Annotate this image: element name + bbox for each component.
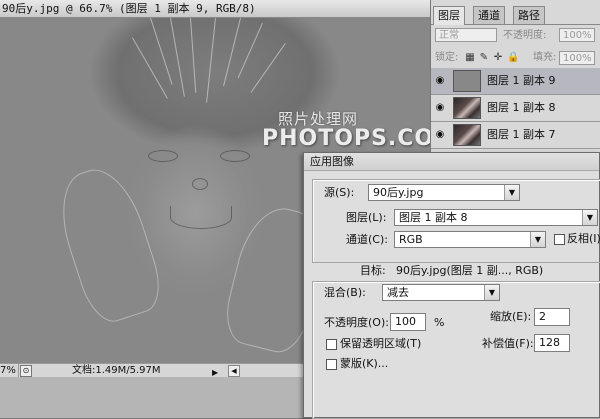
blending-label: 混合(B): (324, 286, 366, 299)
blending-select[interactable]: 减去 ▼ (382, 284, 500, 301)
preserve-transparency-label[interactable]: 保留透明区域(T) (340, 336, 421, 352)
layer-name: 图层 1 副本 7 (487, 128, 556, 141)
channel-select[interactable]: RGB ▼ (394, 231, 546, 248)
layer-value: 图层 1 副本 8 (399, 211, 468, 224)
invert-checkbox[interactable] (554, 234, 565, 245)
offset-label: 补偿值(F): (482, 337, 534, 350)
chevron-down-icon: ▼ (530, 232, 545, 247)
eye-icon[interactable]: ◉ (433, 128, 447, 141)
layer-thumbnail (453, 70, 481, 92)
document-title: 90后y.jpg @ 66.7% (图层 1 副本 9, RGB/8) (2, 2, 256, 15)
tab-layers[interactable]: 图层 (433, 6, 465, 25)
blending-value: 减去 (387, 286, 409, 299)
opacity-label: 不透明度(O): (324, 316, 389, 329)
lock-transparency-icon[interactable]: ▦ (465, 52, 475, 63)
document-status-bar: 7% ⊙ 文档:1.49M/5.97M ▶ ◀ (0, 363, 303, 377)
layer-list: ◉ 图层 1 副本 9 ◉ 图层 1 副本 8 ◉ 图层 1 副本 7 (431, 68, 600, 149)
tab-channels[interactable]: 通道 (473, 6, 505, 24)
hair-detail (250, 43, 286, 93)
tab-paths[interactable]: 路径 (513, 6, 545, 24)
layer-lock-row: 锁定: ▦ ✎ ✛ 🔒 填充: 100% (435, 50, 599, 66)
source-select[interactable]: 90后y.jpg ▼ (368, 184, 520, 201)
layer-row[interactable]: ◉ 图层 1 副本 7 (431, 122, 600, 149)
lock-paint-icon[interactable]: ✎ (479, 52, 489, 63)
layer-name: 图层 1 副本 8 (487, 101, 556, 114)
hair-detail (206, 18, 216, 103)
layer-thumbnail (453, 97, 481, 119)
status-menu-icon[interactable]: ⊙ (20, 365, 32, 377)
mask-checkbox[interactable] (326, 359, 337, 370)
left-hand (48, 159, 169, 329)
channel-label: 通道(C): (346, 233, 388, 246)
nose (192, 178, 208, 190)
offset-input[interactable]: 128 (534, 334, 570, 352)
apply-image-dialog: 应用图像 源(S): 90后y.jpg ▼ 图层(L): 图层 1 副本 8 ▼… (303, 152, 600, 419)
dialog-title-bar[interactable]: 应用图像 (304, 153, 599, 171)
preserve-transparency-checkbox[interactable] (326, 339, 337, 350)
right-eye (220, 150, 250, 162)
chevron-down-icon: ▼ (484, 285, 499, 300)
hair-detail (190, 18, 197, 93)
hair-detail (132, 37, 168, 99)
target-value: 90后y.jpg(图层 1 副..., RGB) (396, 264, 544, 277)
channel-value: RGB (399, 233, 423, 246)
watermark-logo: PHOTOPS.COM (262, 126, 430, 151)
source-label: 源(S): (324, 186, 355, 199)
mask-label[interactable]: 蒙版(K)... (340, 356, 388, 372)
opacity-unit: % (434, 316, 445, 329)
target-label: 目标: (360, 264, 386, 277)
document-title-bar[interactable]: 90后y.jpg @ 66.7% (图层 1 副本 9, RGB/8) (0, 0, 430, 18)
left-eye (148, 150, 178, 162)
layer-label: 图层(L): (346, 211, 387, 224)
scale-input[interactable]: 2 (534, 308, 570, 326)
layer-row[interactable]: ◉ 图层 1 副本 9 (431, 68, 600, 95)
fill-input[interactable]: 100% (559, 51, 595, 65)
layer-blend-row: 正常 不透明度: 100% (435, 28, 599, 44)
eye-icon[interactable]: ◉ (433, 101, 447, 114)
hair-detail (170, 18, 185, 97)
source-value: 90后y.jpg (373, 186, 424, 199)
layer-blend-mode-select[interactable]: 正常 (435, 28, 497, 42)
hair-detail (237, 23, 263, 79)
dialog-title: 应用图像 (310, 155, 354, 168)
layer-opacity-input[interactable]: 100% (559, 28, 595, 42)
chevron-down-icon: ▼ (582, 210, 597, 225)
zoom-level[interactable]: 7% (0, 364, 19, 377)
layer-name: 图层 1 副本 9 (487, 74, 556, 87)
panel-tabs: 图层 通道 路径 (431, 6, 600, 25)
layer-select[interactable]: 图层 1 副本 8 ▼ (394, 209, 598, 226)
document-size-info: 文档:1.49M/5.97M (72, 365, 161, 376)
invert-label[interactable]: 反相(I) (567, 231, 600, 247)
layer-thumbnail (453, 124, 481, 146)
lock-move-icon[interactable]: ✛ (493, 52, 503, 63)
eye-icon[interactable]: ◉ (433, 74, 447, 87)
opacity-input[interactable]: 100 (390, 313, 426, 331)
lock-label: 锁定: (435, 52, 459, 63)
scroll-left-icon[interactable]: ◀ (228, 365, 240, 377)
layer-opacity-label: 不透明度: (503, 30, 547, 41)
layer-row[interactable]: ◉ 图层 1 副本 8 (431, 95, 600, 122)
lock-all-icon[interactable]: 🔒 (507, 52, 519, 63)
mouth (170, 206, 232, 229)
chevron-down-icon: ▼ (504, 185, 519, 200)
fill-label: 填充: (533, 52, 557, 63)
scale-label: 缩放(E): (490, 310, 532, 323)
